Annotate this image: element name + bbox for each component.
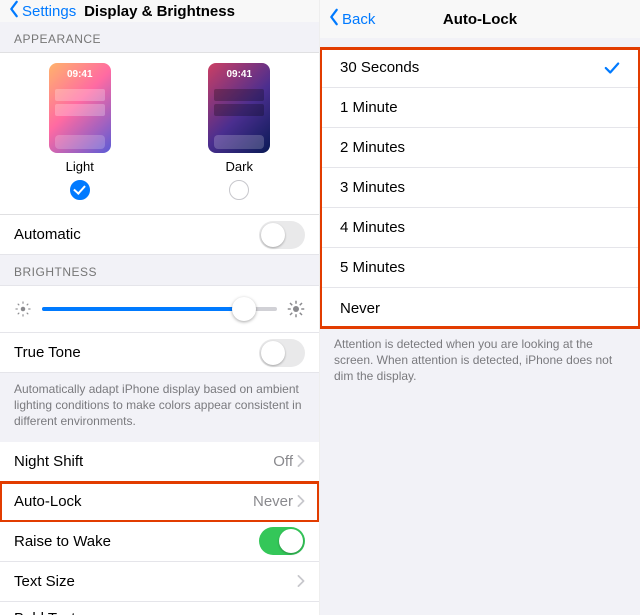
true-tone-note: Automatically adapt iPhone display based… <box>0 373 319 442</box>
sun-small-icon <box>14 300 32 318</box>
sun-large-icon <box>287 300 305 318</box>
auto-lock-note: Attention is detected when you are looki… <box>320 328 640 397</box>
auto-lock-option[interactable]: 1 Minute <box>320 88 640 128</box>
night-shift-value: Off <box>273 453 293 470</box>
bold-text-row: Bold Text <box>0 602 319 615</box>
chevron-left-icon <box>8 0 22 22</box>
bold-text-label: Bold Text <box>14 610 305 615</box>
auto-lock-options: 30 Seconds 1 Minute 2 Minutes 3 Minutes 4 Mi… <box>320 48 640 328</box>
auto-lock-label: Auto-Lock <box>14 493 253 510</box>
display-brightness-screen: Settings Display & Brightness APPEARANCE… <box>0 0 320 615</box>
auto-lock-screen: Back Auto-Lock 30 Seconds 1 Minute 2 Minut… <box>320 0 640 615</box>
auto-lock-option[interactable]: Never <box>320 288 640 328</box>
back-button[interactable]: Settings <box>8 0 76 22</box>
auto-lock-option[interactable]: 5 Minutes <box>320 248 640 288</box>
option-label: 2 Minutes <box>340 139 620 156</box>
back-label: Settings <box>22 3 76 20</box>
theme-light[interactable]: 09:41 Light <box>49 63 111 200</box>
brightness-header: BRIGHTNESS <box>0 255 319 285</box>
theme-label: Dark <box>226 159 253 174</box>
radio-dark[interactable] <box>229 180 249 200</box>
chevron-left-icon <box>328 8 342 30</box>
option-label: 4 Minutes <box>340 219 620 236</box>
true-tone-switch[interactable] <box>259 339 305 367</box>
option-label: 5 Minutes <box>340 259 620 276</box>
raise-to-wake-row: Raise to Wake <box>0 522 319 562</box>
true-tone-row: True Tone <box>0 333 319 373</box>
automatic-switch[interactable] <box>259 221 305 249</box>
light-preview-icon: 09:41 <box>49 63 111 153</box>
auto-lock-option[interactable]: 2 Minutes <box>320 128 640 168</box>
option-label: Never <box>340 300 620 317</box>
night-shift-label: Night Shift <box>14 453 273 470</box>
chevron-right-icon <box>297 495 305 507</box>
radio-light[interactable] <box>70 180 90 200</box>
auto-lock-option[interactable]: 30 Seconds <box>320 48 640 88</box>
auto-lock-row[interactable]: Auto-Lock Never <box>0 482 319 522</box>
night-shift-row[interactable]: Night Shift Off <box>0 442 319 482</box>
true-tone-label: True Tone <box>14 344 259 361</box>
automatic-label: Automatic <box>14 226 259 243</box>
dark-preview-icon: 09:41 <box>208 63 270 153</box>
text-size-row[interactable]: Text Size <box>0 562 319 602</box>
raise-to-wake-switch[interactable] <box>259 527 305 555</box>
chevron-right-icon <box>297 575 305 587</box>
option-label: 30 Seconds <box>340 59 604 76</box>
back-button[interactable]: Back <box>328 8 375 30</box>
auto-lock-option[interactable]: 3 Minutes <box>320 168 640 208</box>
brightness-slider-row <box>0 285 319 333</box>
appearance-picker: 09:41 Light 09:41 Dark <box>0 52 319 215</box>
nav-bar: Back Auto-Lock <box>320 0 640 38</box>
text-size-label: Text Size <box>14 573 297 590</box>
auto-lock-option[interactable]: 4 Minutes <box>320 208 640 248</box>
appearance-header: APPEARANCE <box>0 22 319 52</box>
checkmark-icon <box>604 61 620 75</box>
nav-bar: Settings Display & Brightness <box>0 0 319 22</box>
chevron-right-icon <box>297 455 305 467</box>
back-label: Back <box>342 11 375 28</box>
auto-lock-value: Never <box>253 493 293 510</box>
theme-dark[interactable]: 09:41 Dark <box>208 63 270 200</box>
theme-label: Light <box>66 159 94 174</box>
option-label: 3 Minutes <box>340 179 620 196</box>
raise-to-wake-label: Raise to Wake <box>14 533 259 550</box>
brightness-slider[interactable] <box>42 300 277 318</box>
automatic-row: Automatic <box>0 215 319 255</box>
option-label: 1 Minute <box>340 99 620 116</box>
